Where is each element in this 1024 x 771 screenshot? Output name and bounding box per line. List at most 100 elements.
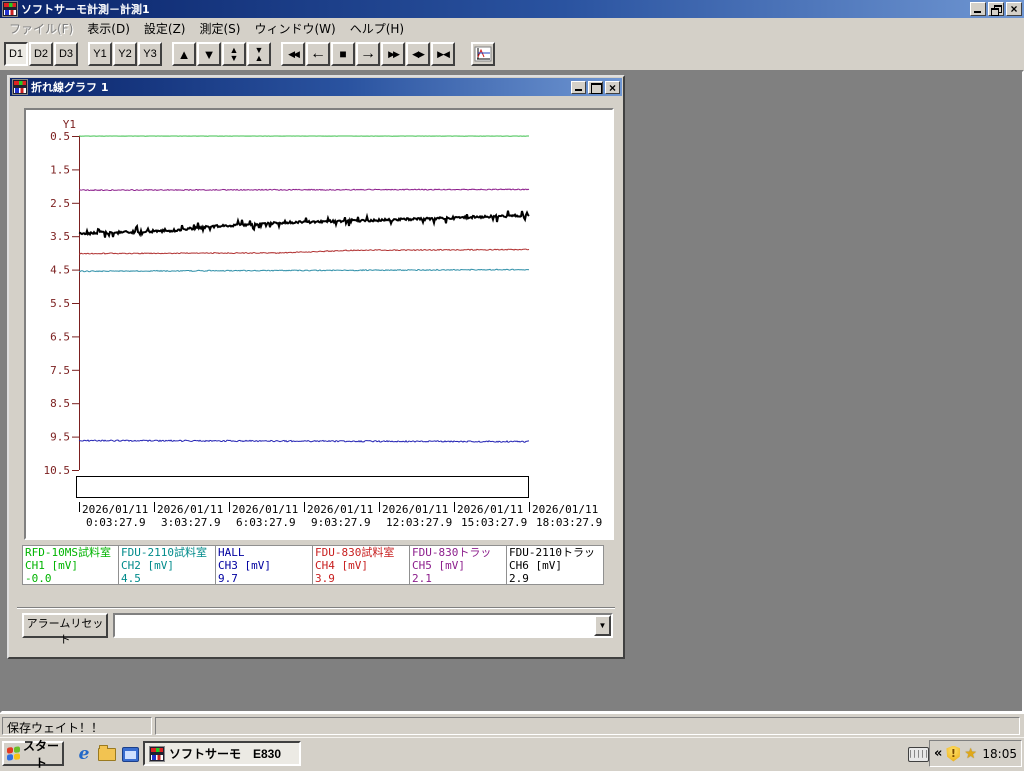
svg-text:2026/01/11: 2026/01/11 bbox=[82, 503, 148, 516]
svg-text:18:03:27.9: 18:03:27.9 bbox=[536, 516, 602, 529]
svg-text:15:03:27.9: 15:03:27.9 bbox=[461, 516, 527, 529]
svg-text:3.5: 3.5 bbox=[50, 230, 70, 243]
taskbar-task-button[interactable]: ソフトサーモ E830 bbox=[143, 741, 301, 766]
close-button[interactable] bbox=[1006, 2, 1022, 16]
alarm-combobox[interactable]: ▼ bbox=[113, 613, 613, 638]
rewind-icon[interactable] bbox=[281, 42, 305, 66]
svg-text:10.5: 10.5 bbox=[44, 464, 71, 477]
fast-forward-icon[interactable] bbox=[381, 42, 405, 66]
graph-window: 折れ線グラフ 1 Y10.51.52.53.54.55.56.57.58.59.… bbox=[7, 75, 625, 659]
svg-text:6.5: 6.5 bbox=[50, 330, 70, 343]
chevron-down-icon[interactable]: ▼ bbox=[594, 615, 611, 636]
graph-settings-icon[interactable] bbox=[471, 42, 495, 66]
separator bbox=[17, 607, 615, 609]
status-bar: 保存ウェイト！！ bbox=[0, 713, 1024, 738]
legend-channel: CH6 [mV] bbox=[509, 559, 562, 572]
chart-panel: Y1 0.5 1.5 2.5 3.5 4.5 5.5 6.5 7.5 8.5 9.5 10.5 2026… bbox=[24, 108, 614, 540]
legend-channel: CH3 [mV] bbox=[218, 559, 271, 572]
menu-measure[interactable]: 測定(S) bbox=[192, 18, 247, 39]
svg-text:0.5: 0.5 bbox=[50, 130, 70, 143]
app-icon bbox=[2, 1, 18, 17]
channel-legend: RFD-10MS試料室 CH1 [mV] -0.0 FDU-2110試料室 CH… bbox=[22, 545, 606, 587]
browser-window-icon[interactable] bbox=[120, 744, 140, 764]
graph-maximize-button[interactable] bbox=[588, 80, 603, 94]
line-chart[interactable]: Y10.51.52.53.54.55.56.57.58.59.510.52026… bbox=[26, 110, 608, 534]
legend-name: FDU-2110トラッ bbox=[509, 546, 595, 559]
mdi-client-area: 折れ線グラフ 1 Y10.51.52.53.54.55.56.57.58.59.… bbox=[0, 70, 1024, 713]
scroll-down-icon[interactable] bbox=[197, 42, 221, 66]
legend-name: HALL bbox=[218, 546, 245, 559]
legend-cell-ch1: RFD-10MS試料室 CH1 [mV] -0.0 bbox=[22, 545, 119, 585]
start-label: スタート bbox=[23, 738, 60, 770]
step-back-icon[interactable] bbox=[306, 42, 330, 66]
folder-icon[interactable] bbox=[97, 744, 117, 764]
start-button[interactable]: スタート bbox=[2, 739, 64, 770]
menu-view[interactable]: 表示(D) bbox=[80, 18, 137, 39]
toolbar: D1 D2 D3 Y1 Y2 Y3 bbox=[0, 38, 1024, 71]
graph-close-button[interactable] bbox=[605, 80, 620, 94]
svg-text:7.5: 7.5 bbox=[50, 364, 70, 377]
desktop: ソフトサーモ計測－計測1 ファイル(F) 表示(D) 設定(Z) 測定(S) ウ… bbox=[0, 0, 1024, 770]
keyboard-icon[interactable] bbox=[908, 747, 929, 762]
compress-horizontal-icon[interactable] bbox=[431, 42, 455, 66]
scroll-up-icon[interactable] bbox=[172, 42, 196, 66]
tray-chevron-icon[interactable]: « bbox=[934, 746, 942, 761]
d1-button[interactable]: D1 bbox=[4, 42, 28, 66]
svg-text:12:03:27.9: 12:03:27.9 bbox=[386, 516, 452, 529]
menu-file[interactable]: ファイル(F) bbox=[2, 18, 80, 39]
svg-text:2026/01/11: 2026/01/11 bbox=[457, 503, 523, 516]
legend-name: FDU-830試料室 bbox=[315, 546, 395, 559]
legend-value: 3.9 bbox=[315, 572, 335, 585]
menu-help[interactable]: ヘルプ(H) bbox=[343, 18, 411, 39]
minimize-button[interactable] bbox=[970, 2, 986, 16]
svg-text:3:03:27.9: 3:03:27.9 bbox=[161, 516, 221, 529]
legend-channel: CH4 [mV] bbox=[315, 559, 368, 572]
expand-horizontal-icon[interactable] bbox=[406, 42, 430, 66]
y3-button[interactable]: Y3 bbox=[138, 42, 162, 66]
menu-settings[interactable]: 設定(Z) bbox=[137, 18, 193, 39]
status-panel-2 bbox=[155, 717, 1020, 735]
task-app-icon bbox=[149, 745, 165, 762]
step-forward-icon[interactable] bbox=[356, 42, 380, 66]
app-window: ソフトサーモ計測－計測1 ファイル(F) 表示(D) 設定(Z) 測定(S) ウ… bbox=[0, 0, 1024, 738]
internet-explorer-icon[interactable]: e bbox=[74, 744, 94, 764]
svg-text:8.5: 8.5 bbox=[50, 397, 70, 410]
legend-channel: CH1 [mV] bbox=[25, 559, 78, 572]
status-message: 保存ウェイト！！ bbox=[2, 717, 152, 735]
svg-text:6:03:27.9: 6:03:27.9 bbox=[236, 516, 296, 529]
windows-flag-icon bbox=[7, 745, 20, 761]
d3-button[interactable]: D3 bbox=[54, 42, 78, 66]
graph-minimize-button[interactable] bbox=[571, 80, 586, 94]
y1-button[interactable]: Y1 bbox=[88, 42, 112, 66]
svg-text:2026/01/11: 2026/01/11 bbox=[532, 503, 598, 516]
svg-text:0:03:27.9: 0:03:27.9 bbox=[86, 516, 146, 529]
legend-value: 4.5 bbox=[121, 572, 141, 585]
legend-name: FDU-830トラッ bbox=[412, 546, 492, 559]
svg-text:2026/01/11: 2026/01/11 bbox=[232, 503, 298, 516]
alarm-combo-value bbox=[115, 615, 594, 636]
legend-cell-ch3: HALL CH3 [mV] 9.7 bbox=[216, 545, 313, 585]
y2-button[interactable]: Y2 bbox=[113, 42, 137, 66]
menu-bar: ファイル(F) 表示(D) 設定(Z) 測定(S) ウィンドウ(W) ヘルプ(H… bbox=[0, 18, 1024, 38]
alarm-reset-button[interactable]: アラームリセット bbox=[22, 613, 108, 646]
legend-cell-ch5: FDU-830トラッ CH5 [mV] 2.1 bbox=[410, 545, 507, 585]
legend-value: 2.9 bbox=[509, 572, 529, 585]
graph-window-icon bbox=[12, 79, 28, 95]
menu-window[interactable]: ウィンドウ(W) bbox=[247, 18, 342, 39]
system-tray: « ! ★ 18:05 bbox=[929, 740, 1022, 767]
legend-cell-ch6: FDU-2110トラッ CH6 [mV] 2.9 bbox=[507, 545, 604, 585]
d2-button[interactable]: D2 bbox=[29, 42, 53, 66]
legend-channel: CH5 [mV] bbox=[412, 559, 465, 572]
legend-value: -0.0 bbox=[25, 572, 52, 585]
stop-icon[interactable] bbox=[331, 42, 355, 66]
graph-window-title: 折れ線グラフ 1 bbox=[31, 81, 109, 94]
task-label: ソフトサーモ E830 bbox=[169, 747, 282, 761]
security-shield-icon[interactable]: ! bbox=[946, 745, 961, 762]
restore-button[interactable] bbox=[988, 2, 1004, 16]
star-icon[interactable]: ★ bbox=[964, 747, 977, 761]
svg-text:2.5: 2.5 bbox=[50, 197, 70, 210]
svg-text:4.5: 4.5 bbox=[50, 264, 70, 277]
window-title: ソフトサーモ計測－計測1 bbox=[21, 3, 150, 16]
compress-vertical-icon[interactable] bbox=[247, 42, 271, 66]
expand-vertical-icon[interactable] bbox=[222, 42, 246, 66]
